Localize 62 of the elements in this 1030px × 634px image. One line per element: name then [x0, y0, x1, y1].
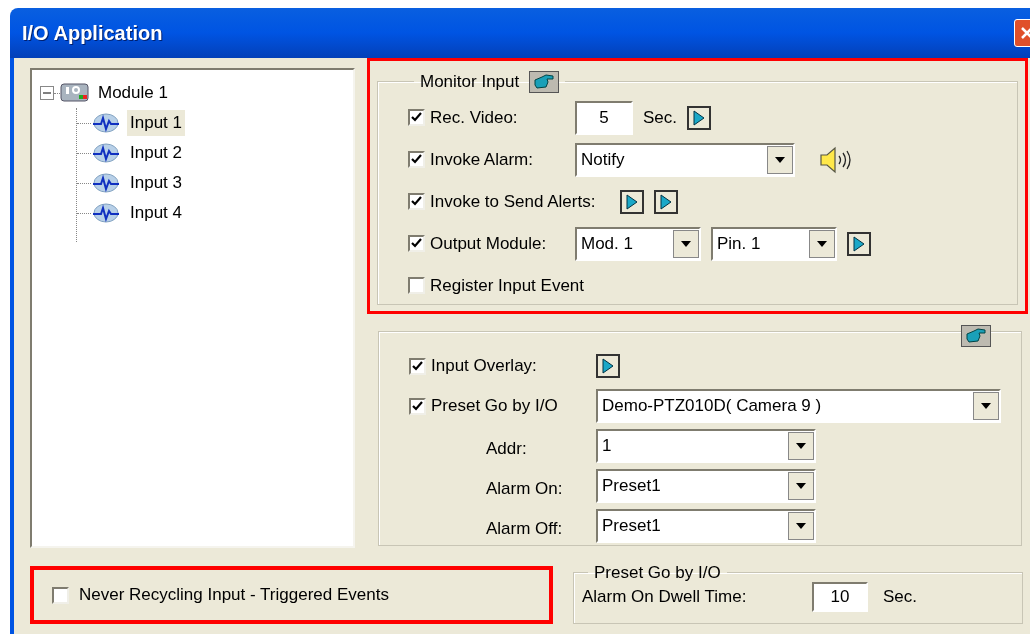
checkbox[interactable] — [408, 109, 425, 126]
close-icon — [1020, 26, 1030, 40]
dropdown[interactable]: Preset1 — [596, 469, 816, 503]
module-icon — [60, 82, 90, 104]
speaker-icon — [819, 144, 853, 175]
play-icon — [853, 235, 865, 252]
hand-button[interactable] — [529, 70, 560, 93]
group-title: Preset Go by I/O — [594, 563, 721, 582]
dropdown[interactable]: Demo-PTZ010D( Camera 9 ) — [596, 389, 1001, 423]
checkbox-label: Never Recycling Input - Triggered Events — [79, 584, 389, 607]
checkbox[interactable] — [408, 151, 425, 168]
play-icon — [693, 109, 706, 126]
checkbox-label: Invoke to Send Alerts: — [430, 190, 597, 213]
checkbox-label: Preset Go by I/O — [431, 395, 559, 418]
dropdown[interactable]: Mod. 1 — [575, 226, 701, 261]
checkbox-label: Invoke Alarm: — [430, 148, 534, 171]
play-icon — [660, 193, 673, 210]
play-button[interactable] — [654, 189, 679, 214]
checkbox[interactable] — [408, 277, 425, 294]
window-title: I/O Application — [22, 21, 163, 46]
input-field[interactable]: 10 — [812, 581, 868, 612]
checkbox[interactable] — [409, 357, 426, 375]
tree-item[interactable]: Input 4 — [127, 200, 185, 226]
play-icon — [626, 193, 639, 210]
checkbox[interactable] — [52, 586, 69, 604]
field-label: Alarm On: — [486, 478, 564, 501]
checkbox-label: Rec. Video: — [430, 106, 519, 129]
play-button[interactable] — [687, 105, 712, 130]
hand-icon — [965, 328, 987, 344]
tree-item[interactable]: Input 3 — [127, 170, 185, 196]
checkbox[interactable] — [409, 397, 426, 415]
signal-icon — [91, 172, 121, 194]
unit-label: Sec. — [643, 106, 678, 129]
checkbox-label: Input Overlay: — [431, 355, 538, 378]
field-label: Alarm Off: — [486, 518, 564, 541]
play-icon — [602, 358, 614, 374]
field-label: Alarm On Dwell Time: — [582, 585, 748, 608]
signal-icon — [91, 142, 121, 164]
checkbox-label: Register Input Event — [430, 274, 586, 297]
hand-icon — [533, 73, 556, 90]
dropdown[interactable]: Notify — [575, 142, 795, 177]
checkbox-label: Output Module: — [430, 232, 548, 255]
checkbox[interactable] — [408, 193, 425, 210]
checkbox[interactable] — [408, 235, 425, 252]
dropdown[interactable]: 1 — [596, 429, 816, 463]
field-label: Addr: — [486, 438, 528, 461]
tree-item[interactable]: Input 2 — [127, 140, 185, 166]
dropdown[interactable]: Pin. 1 — [711, 226, 837, 261]
dropdown[interactable]: Preset1 — [596, 509, 816, 543]
play-button[interactable] — [596, 354, 620, 378]
input-field[interactable]: 5 — [575, 100, 633, 135]
hand-button[interactable] — [961, 325, 991, 347]
minus-icon — [43, 89, 51, 97]
play-button[interactable] — [620, 189, 645, 214]
tree-item[interactable]: Module 1 — [96, 80, 170, 106]
signal-icon — [91, 112, 121, 134]
play-button[interactable] — [847, 231, 871, 256]
collapse-toggle[interactable] — [40, 86, 54, 100]
signal-icon — [91, 202, 121, 224]
tree-item[interactable]: Input 1 — [127, 110, 185, 136]
unit-label: Sec. — [883, 585, 918, 608]
group-title: Monitor Input — [420, 71, 520, 93]
